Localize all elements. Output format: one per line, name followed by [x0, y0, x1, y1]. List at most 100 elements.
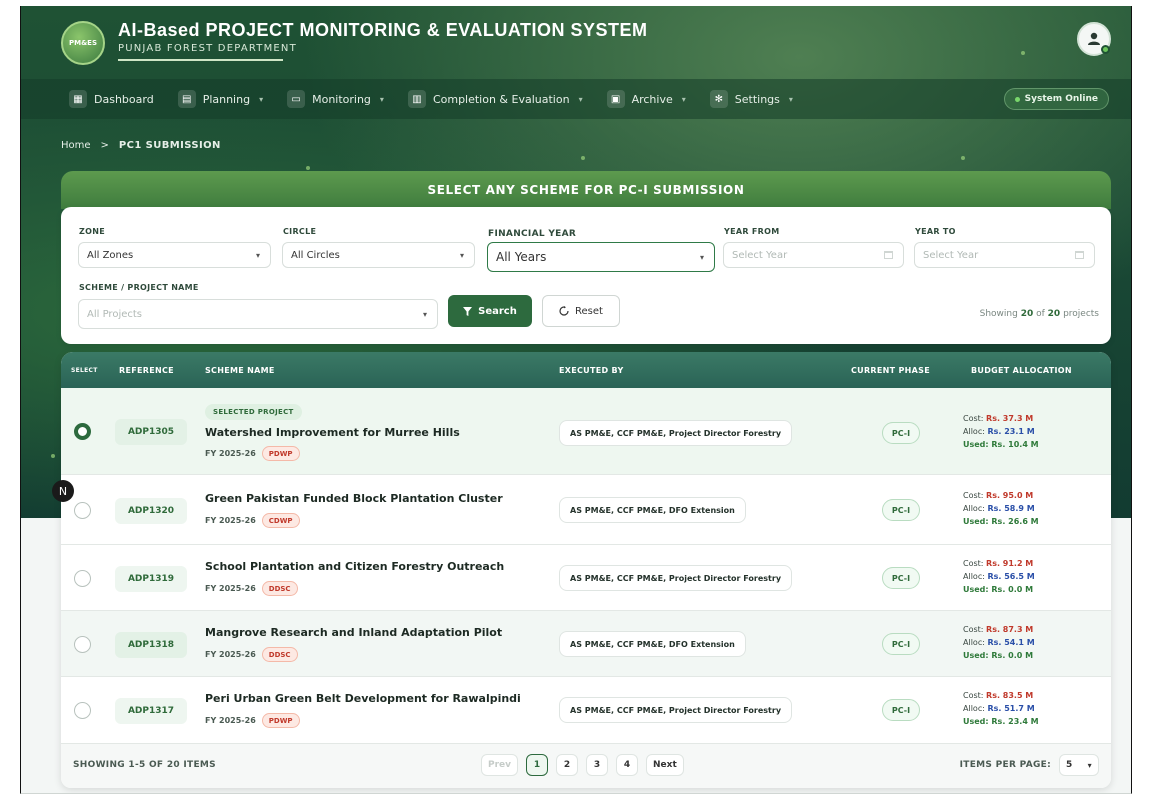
zone-select[interactable]: All Zones ▾	[78, 242, 271, 268]
fy-text: FY 2025-26	[205, 449, 256, 458]
chevron-down-icon: ▾	[1087, 760, 1092, 770]
budget-info: Cost: Rs. 87.3 M Alloc: Rs. 54.1 M Used:…	[963, 623, 1035, 662]
year-from-placeholder: Select Year	[732, 249, 788, 261]
fiscal-year: FY 2025-26 PDWP	[205, 713, 300, 728]
table-row[interactable]: ADP1318 Mangrove Research and Inland Ada…	[61, 611, 1111, 677]
year-from-label: YEAR FROM	[724, 227, 780, 236]
phase-badge: PC-I	[882, 499, 920, 521]
nav-monitoring[interactable]: ▭ Monitoring ▾	[287, 90, 384, 108]
alloc-label: Alloc:	[963, 427, 985, 436]
phase-badge: PC-I	[882, 699, 920, 721]
nav-settings[interactable]: ✻ Settings ▾	[709, 90, 793, 108]
page-1-button[interactable]: 1	[526, 754, 549, 776]
row-radio[interactable]	[74, 502, 91, 519]
col-budget-allocation: BUDGET ALLOCATION	[971, 366, 1072, 375]
page-4-button[interactable]: 4	[616, 754, 639, 776]
main-nav: ▦ Dashboard ▤ Planning ▾ ▭ Monitoring ▾ …	[21, 79, 1131, 119]
table-row[interactable]: ADP1320 Green Pakistan Funded Block Plan…	[61, 475, 1111, 545]
user-icon	[1088, 32, 1100, 45]
scheme-name: Watershed Improvement for Murree Hills	[205, 426, 460, 439]
chevron-down-icon: ▾	[422, 309, 427, 319]
user-avatar[interactable]	[1077, 22, 1111, 56]
table-row[interactable]: ADP1305 SELECTED PROJECT Watershed Impro…	[61, 388, 1111, 475]
scheme-name: Peri Urban Green Belt Development for Ra…	[205, 692, 521, 705]
col-reference: REFERENCE	[119, 366, 174, 375]
nav-completion-evaluation[interactable]: ▥ Completion & Evaluation ▾	[407, 90, 583, 108]
search-label: Search	[478, 305, 517, 317]
nav-label: Dashboard	[94, 92, 154, 106]
nav-archive[interactable]: ▣ Archive ▾	[606, 90, 686, 108]
search-button[interactable]: Search	[448, 295, 532, 327]
scheme-select[interactable]: All Projects ▾	[78, 299, 438, 329]
system-status-badge: System Online	[1003, 88, 1109, 110]
cost-label: Cost:	[963, 414, 984, 423]
online-status-dot	[1101, 45, 1110, 54]
executed-by: AS PM&E, CCF PM&E, Project Director Fore…	[559, 565, 793, 591]
chevron-down-icon: ▾	[259, 94, 264, 104]
financial-year-value: All Years	[496, 250, 547, 264]
year-to-input[interactable]: Select Year	[914, 242, 1095, 268]
chevron-down-icon: ▾	[459, 250, 464, 260]
phase-badge: PC-I	[882, 567, 920, 589]
chevron-down-icon: ▾	[699, 252, 704, 262]
executed-by: AS PM&E, CCF PM&E, DFO Extension	[559, 631, 746, 657]
per-page-select[interactable]: 5 ▾	[1059, 754, 1099, 776]
per-page-value: 5	[1066, 760, 1073, 770]
alloc-label: Alloc:	[963, 638, 985, 647]
table-footer: SHOWING 1-5 OF 20 ITEMS Prev 1 2 3 4 Nex…	[61, 744, 1111, 788]
archive-icon: ▣	[606, 90, 625, 108]
chart-icon: ▥	[407, 90, 426, 108]
fiscal-year: FY 2025-26 CDWP	[205, 513, 300, 528]
alloc-value: Rs. 56.5 M	[987, 572, 1035, 581]
items-summary: SHOWING 1-5 OF 20 ITEMS	[73, 760, 216, 770]
next-page-button[interactable]: Next	[646, 754, 684, 776]
overlay-badge[interactable]: N	[52, 480, 74, 502]
executed-by: AS PM&E, CCF PM&E, Project Director Fore…	[559, 697, 793, 723]
zone-label: ZONE	[79, 227, 105, 236]
budget-info: Cost: Rs. 83.5 M Alloc: Rs. 51.7 M Used:…	[963, 689, 1039, 728]
breadcrumb-home[interactable]: Home	[61, 140, 91, 151]
forum-tag: DDSC	[261, 581, 298, 596]
col-executed-by: EXECUTED BY	[559, 366, 624, 375]
showing-count: 20	[1020, 309, 1034, 319]
app-title: AI-Based PROJECT MONITORING & EVALUATION…	[118, 20, 648, 40]
row-radio[interactable]	[74, 702, 91, 719]
cost-value: Rs. 37.3 M	[986, 414, 1034, 423]
alloc-label: Alloc:	[963, 704, 985, 713]
per-page-label: ITEMS PER PAGE:	[959, 760, 1051, 770]
showing-prefix: Showing	[979, 309, 1018, 319]
reset-button[interactable]: Reset	[542, 295, 620, 327]
nav-label: Planning	[202, 92, 251, 106]
used-value: Used: Rs. 0.0 M	[963, 585, 1034, 594]
fiscal-year: FY 2025-26 PDWP	[205, 446, 300, 461]
app-subtitle: PUNJAB FOREST DEPARTMENT	[118, 43, 297, 54]
table-row[interactable]: ADP1319 School Plantation and Citizen Fo…	[61, 545, 1111, 611]
nav-dashboard[interactable]: ▦ Dashboard	[69, 90, 154, 108]
page-3-button[interactable]: 3	[586, 754, 609, 776]
year-from-input[interactable]: Select Year	[723, 242, 904, 268]
calendar-icon	[884, 251, 893, 259]
cost-value: Rs. 91.2 M	[986, 559, 1034, 568]
cost-label: Cost:	[963, 491, 984, 500]
nav-planning[interactable]: ▤ Planning ▾	[177, 90, 264, 108]
chevron-down-icon: ▾	[379, 94, 384, 104]
page-2-button[interactable]: 2	[556, 754, 579, 776]
table-row[interactable]: ADP1317 Peri Urban Green Belt Developmen…	[61, 677, 1111, 744]
prev-page-button[interactable]: Prev	[481, 754, 519, 776]
col-select: SELECT	[71, 367, 98, 374]
financial-year-select[interactable]: All Years ▾	[487, 242, 715, 272]
circle-select[interactable]: All Circles ▾	[282, 242, 475, 268]
row-radio[interactable]	[74, 570, 91, 587]
showing-of: of	[1036, 309, 1045, 319]
app-logo: PM&ES	[61, 21, 105, 65]
scheme-name: Mangrove Research and Inland Adaptation …	[205, 626, 503, 639]
projects-table: SELECT REFERENCE SCHEME NAME EXECUTED BY…	[61, 352, 1111, 788]
app-window: PM&ES AI-Based PROJECT MONITORING & EVAL…	[20, 6, 1132, 794]
reference-badge: ADP1305	[115, 419, 187, 445]
filter-icon	[463, 306, 473, 316]
financial-year-label: FINANCIAL YEAR	[488, 229, 577, 239]
row-radio[interactable]	[74, 423, 91, 440]
row-radio[interactable]	[74, 636, 91, 653]
status-dot-icon	[1014, 96, 1020, 102]
refresh-icon	[559, 306, 569, 316]
